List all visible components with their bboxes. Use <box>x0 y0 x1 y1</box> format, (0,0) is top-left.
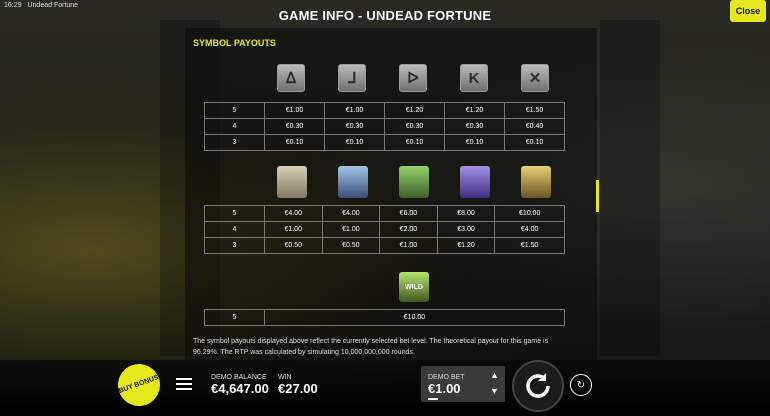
payout-value: €2.00 <box>379 221 438 238</box>
j-rune-icon: ᒧ <box>338 64 366 92</box>
payout-value: €0.40 <box>504 118 565 135</box>
payout-value: €0.10 <box>264 134 325 151</box>
table-row: 5 €1.00 €1.00 €1.20 €1.20 €1.50 <box>204 102 565 119</box>
bet-decrease-icon[interactable]: ▼ <box>490 386 499 396</box>
match-count: 3 <box>204 134 265 151</box>
payout-value: €1.20 <box>444 102 505 119</box>
scrollbar[interactable] <box>596 180 599 212</box>
match-count: 3 <box>204 237 265 254</box>
payout-value: €0.30 <box>444 118 505 135</box>
payout-value: €4.00 <box>264 205 323 222</box>
table-row: 3 €0.10 €0.10 €0.10 €0.10 €0.10 <box>204 134 565 151</box>
payout-value: €1.20 <box>384 102 445 119</box>
table-row: 4 €0.30 €0.30 €0.30 €0.30 €0.40 <box>204 118 565 135</box>
snake-icon <box>399 166 429 198</box>
bottom-bar <box>0 360 770 416</box>
bet-label: DEMO BET <box>428 374 465 381</box>
bet-value: €1.00 <box>428 381 461 396</box>
high-symbol-icons <box>0 166 770 198</box>
match-count: 5 <box>204 205 265 222</box>
anubis-icon <box>460 166 490 198</box>
bet-level-indicator <box>428 398 438 400</box>
payout-value: €0.10 <box>444 134 505 151</box>
x-rune-icon: ✕ <box>521 64 549 92</box>
payout-value: €0.50 <box>264 237 323 254</box>
payout-value: €10.00 <box>494 205 565 222</box>
k-rune-icon: K <box>460 64 488 92</box>
balance-value: €4,647.00 <box>211 381 269 396</box>
bet-increase-icon[interactable]: ▲ <box>490 370 499 380</box>
q-rune-icon: ᐅ <box>399 64 427 92</box>
autoplay-icon: ↻ <box>576 379 586 391</box>
match-count: 5 <box>204 102 265 119</box>
table-row: 4 €1.00 €1.00 €2.00 €3.00 €4.00 <box>204 221 565 238</box>
payout-value: €0.30 <box>324 118 385 135</box>
payout-value: €4.00 <box>321 205 381 222</box>
rtp-info-text: The symbol payouts displayed above refle… <box>193 338 549 356</box>
match-count: 4 <box>204 118 265 135</box>
cleopatra-icon <box>521 166 551 198</box>
close-button[interactable]: Close <box>730 0 766 22</box>
payout-value: €3.00 <box>436 221 496 238</box>
low-symbol-icons: ᐃ ᒧ ᐅ K ✕ <box>0 64 770 94</box>
table-row: 5 €10.00 <box>204 309 565 326</box>
high-symbol-payout-table: 5 €4.00 €4.00 €6.00 €8.00 €10.00 4 €1.00… <box>204 205 565 254</box>
wild-payout-table: 5 €10.00 <box>204 309 565 326</box>
payout-value: €10.00 <box>264 309 565 326</box>
menu-icon[interactable] <box>176 378 192 390</box>
payout-value: €1.20 <box>436 237 496 254</box>
low-symbol-payout-table: 5 €1.00 €1.00 €1.20 €1.20 €1.50 4 €0.30 … <box>204 102 565 151</box>
match-count: 5 <box>204 309 265 326</box>
payout-value: €0.30 <box>384 118 445 135</box>
win-label: WIN <box>278 374 292 381</box>
a-rune-icon: ᐃ <box>277 64 305 92</box>
payout-value: €0.10 <box>504 134 565 151</box>
payout-value: €0.50 <box>321 237 381 254</box>
payout-value: €1.00 <box>264 102 325 119</box>
table-row: 3 €0.50 €0.50 €1.00 €1.20 €1.50 <box>204 237 565 254</box>
balance-label: DEMO BALANCE <box>211 374 267 381</box>
page-title: GAME INFO - UNDEAD FORTUNE <box>278 8 492 23</box>
payout-value: €0.10 <box>324 134 385 151</box>
spin-icon <box>526 373 550 398</box>
payout-value: €1.00 <box>264 221 323 238</box>
wild-icon: WILD <box>399 272 429 302</box>
payout-value: €1.50 <box>504 102 565 119</box>
autoplay-button[interactable]: ↻ <box>570 374 592 396</box>
payout-value: €8.00 <box>436 205 496 222</box>
jackal-icon <box>338 166 368 198</box>
payout-value: €1.50 <box>494 237 565 254</box>
section-title: SYMBOL PAYOUTS <box>193 38 276 48</box>
payout-value: €6.00 <box>379 205 438 222</box>
payout-value: €0.10 <box>384 134 445 151</box>
win-value: €27.00 <box>278 381 318 396</box>
spin-button[interactable] <box>512 360 564 412</box>
mummy-icon <box>277 166 307 198</box>
match-count: 4 <box>204 221 265 238</box>
payout-value: €1.00 <box>321 221 381 238</box>
payout-value: €0.30 <box>264 118 325 135</box>
table-row: 5 €4.00 €4.00 €6.00 €8.00 €10.00 <box>204 205 565 222</box>
payout-value: €4.00 <box>494 221 565 238</box>
payout-value: €1.00 <box>379 237 438 254</box>
payout-value: €1.00 <box>324 102 385 119</box>
